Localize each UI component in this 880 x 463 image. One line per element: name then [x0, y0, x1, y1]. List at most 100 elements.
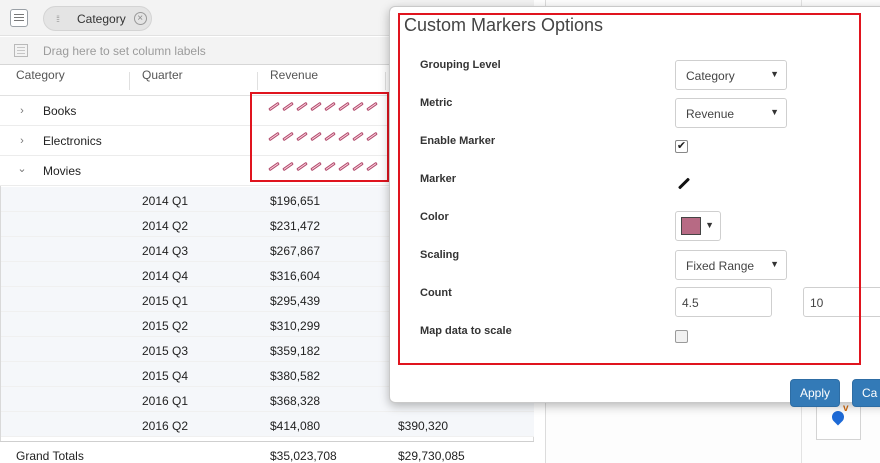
quarter-cell: 2016 Q2 [142, 419, 189, 433]
pencil-icon [324, 101, 336, 111]
revenue-cell: $359,182 [270, 344, 321, 358]
select-value: Fixed Range [686, 259, 755, 273]
pencil-icon [366, 131, 378, 141]
revenue-cell: $231,472 [270, 219, 321, 233]
dropzone-hint: Drag here to set column labels [43, 44, 206, 58]
grouping-level-select[interactable]: Category ▼ [675, 60, 787, 90]
revenue-cell: $368,328 [270, 394, 321, 408]
count-min-input[interactable]: 4.5 [675, 287, 772, 317]
table-icon [14, 44, 28, 57]
pencil-icon [296, 101, 308, 111]
totals-label: Grand Totals [16, 449, 84, 463]
menu-icon[interactable] [10, 9, 28, 27]
pencil-icon [366, 101, 378, 111]
map-to-scale-label: Map data to scale [420, 325, 512, 337]
group-label: Movies [43, 164, 82, 178]
column-divider[interactable] [385, 72, 386, 90]
expand-chevron-icon[interactable]: › [17, 106, 27, 117]
pencil-icon [324, 161, 336, 171]
caret-down-icon: ▼ [770, 259, 779, 269]
quarter-cell: 2014 Q1 [142, 194, 189, 208]
quarter-cell: 2015 Q2 [142, 319, 189, 333]
enable-marker-label: Enable Marker [420, 135, 496, 147]
pencil-icon [310, 101, 322, 111]
pencil-icon [296, 131, 308, 141]
column-divider[interactable] [257, 72, 258, 90]
revenue-cell: $380,582 [270, 369, 321, 383]
quarter-cell: 2014 Q4 [142, 269, 189, 283]
pencil-icon [268, 101, 280, 111]
chip-label: Category [77, 11, 126, 26]
pencil-icon [352, 161, 364, 171]
pencil-icon [296, 161, 308, 171]
caret-down-icon: ▼ [770, 107, 779, 117]
grand-totals-row: Grand Totals $35,023,708 $29,730,085 [0, 441, 534, 463]
quarter-cell: 2015 Q3 [142, 344, 189, 358]
select-value: Category [686, 69, 735, 83]
drag-handle-icon[interactable]: ⁞⁞ [56, 14, 66, 23]
detail-indent-bar [0, 186, 6, 441]
custom-markers-dialog: Custom Markers Options Grouping Level Ca… [389, 6, 880, 407]
expand-chevron-icon[interactable]: › [17, 136, 27, 147]
grouping-level-label: Grouping Level [420, 59, 501, 71]
revenue-cell: $310,299 [270, 319, 321, 333]
quarter-cell: 2014 Q2 [142, 219, 189, 233]
table-row[interactable]: 2016 Q2 $414,080 $390,320 [0, 412, 534, 437]
pencil-icon [338, 101, 350, 111]
collapse-chevron-icon[interactable]: ⌄ [17, 164, 27, 175]
group-label: Electronics [43, 134, 102, 148]
column-header-quarter[interactable]: Quarter [142, 68, 183, 82]
column-header-revenue[interactable]: Revenue [270, 68, 318, 82]
revenue-cell: $267,867 [270, 244, 321, 258]
group-label: Books [43, 104, 77, 118]
marker-label: Marker [420, 173, 457, 185]
select-value: Revenue [686, 107, 735, 121]
revenue-cell-2: $390,320 [398, 419, 449, 433]
pencil-icon [310, 131, 322, 141]
quarter-cell: 2015 Q1 [142, 294, 189, 308]
marker-strip [268, 101, 378, 111]
color-label: Color [420, 211, 449, 223]
pencil-icon [352, 101, 364, 111]
dialog-title: Custom Markers Options [404, 15, 604, 35]
column-divider[interactable] [129, 72, 130, 90]
pencil-icon [352, 131, 364, 141]
count-label: Count [420, 287, 452, 299]
pencil-icon [282, 101, 294, 111]
revenue-cell: $295,439 [270, 294, 321, 308]
enable-marker-checkbox[interactable]: ✔ [675, 140, 688, 153]
apply-button[interactable]: Apply [790, 379, 840, 407]
quarter-cell: 2015 Q4 [142, 369, 189, 383]
pencil-icon [338, 131, 350, 141]
color-swatch [681, 217, 701, 235]
pencil-icon [282, 161, 294, 171]
pencil-icon[interactable] [676, 175, 692, 191]
caret-down-icon: ▼ [770, 69, 779, 79]
pencil-icon [324, 131, 336, 141]
pencil-icon [282, 131, 294, 141]
totals-revenue-2: $29,730,085 [398, 449, 465, 463]
cancel-button[interactable]: Ca [852, 379, 880, 407]
revenue-cell: $316,604 [270, 269, 321, 283]
chevron-down-icon: v [843, 403, 849, 414]
caret-down-icon: ▼ [705, 220, 714, 230]
count-max-input[interactable]: 10 [803, 287, 880, 317]
column-header-category[interactable]: Category [16, 68, 65, 82]
revenue-cell: $196,651 [270, 194, 321, 208]
scaling-select[interactable]: Fixed Range ▼ [675, 250, 787, 280]
pencil-icon [338, 161, 350, 171]
close-icon[interactable]: × [133, 12, 147, 25]
metric-label: Metric [420, 97, 453, 109]
map-to-scale-checkbox[interactable] [675, 330, 688, 343]
metric-select[interactable]: Revenue ▼ [675, 98, 787, 128]
color-picker[interactable]: ▼ [675, 211, 721, 241]
marker-strip [268, 131, 378, 141]
pencil-icon [310, 161, 322, 171]
revenue-cell: $414,080 [270, 419, 321, 433]
scaling-label: Scaling [420, 249, 460, 261]
category-field-chip[interactable]: ⁞⁞ Category × [43, 6, 152, 31]
totals-revenue: $35,023,708 [270, 449, 337, 463]
quarter-cell: 2016 Q1 [142, 394, 189, 408]
pencil-icon [268, 161, 280, 171]
pencil-icon [366, 161, 378, 171]
